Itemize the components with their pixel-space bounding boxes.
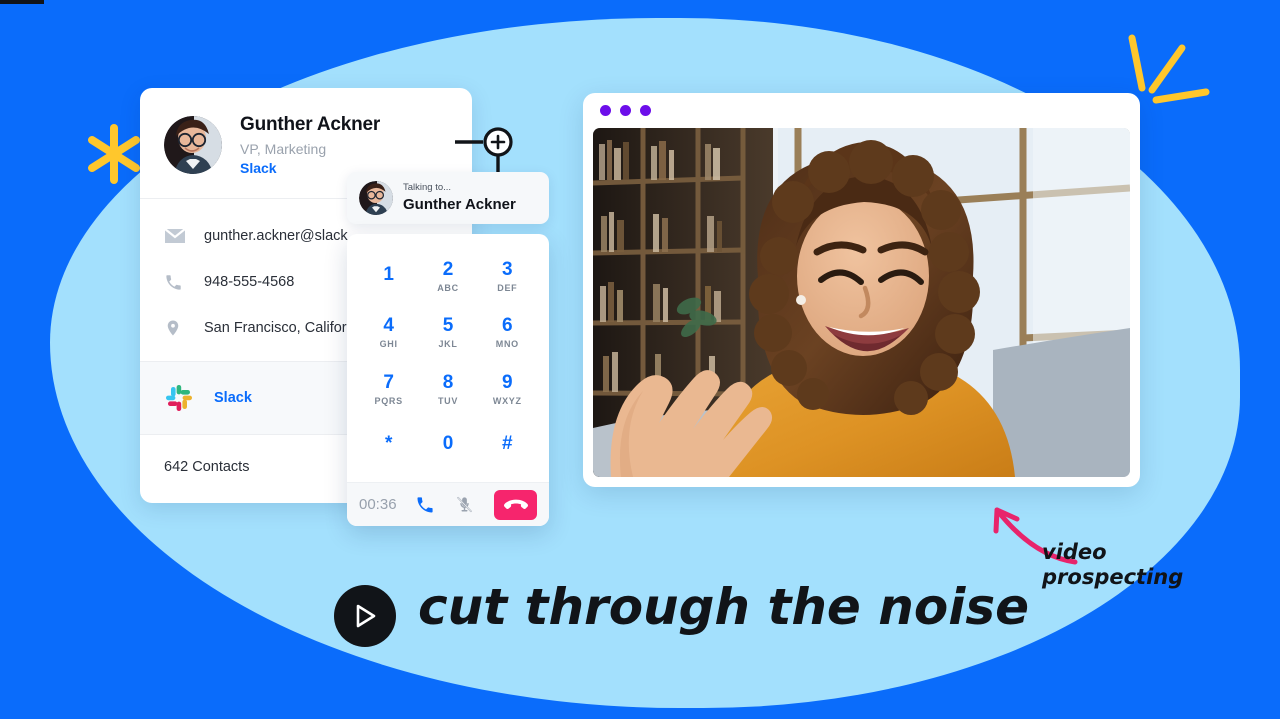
call-control-bar: 00:36: [347, 482, 549, 526]
key-letters: ABC: [437, 282, 459, 293]
dialpad-key[interactable]: 0: [418, 418, 477, 475]
key-letters: GHI: [379, 339, 398, 350]
window-dot-icon[interactable]: [600, 105, 611, 116]
avatar: [359, 181, 393, 215]
slack-logo-icon: [164, 383, 194, 413]
annotation-line-2: prospecting: [1042, 564, 1184, 589]
key-digit: 8: [442, 371, 454, 393]
video-feed[interactable]: [593, 128, 1130, 477]
key-digit: 0: [442, 433, 454, 455]
play-icon: [356, 604, 376, 628]
dialpad-key[interactable]: #: [478, 418, 537, 475]
connector-line-right: [0, 0, 44, 4]
talking-to-name: Gunther Ackner: [403, 195, 516, 213]
key-digit: 5: [442, 315, 454, 337]
call-timer: 00:36: [359, 496, 397, 513]
avatar: [164, 116, 222, 174]
annotation-text: video prospecting: [1042, 540, 1183, 590]
key-letters: MNO: [495, 339, 519, 350]
key-letters: WXYZ: [492, 395, 522, 406]
key-letters: TUV: [437, 395, 459, 406]
video-call-window[interactable]: [583, 93, 1140, 487]
key-digit: 9: [502, 371, 513, 393]
dialpad-key[interactable]: 9 WXYZ: [478, 361, 537, 418]
key-letters: JKL: [438, 339, 458, 350]
integration-label: Slack: [214, 390, 252, 406]
phone-hangup-icon[interactable]: [494, 489, 537, 520]
promo-graphic: Gunther Ackner VP, Marketing Slack gunth…: [0, 0, 1280, 719]
key-digit: 7: [383, 371, 394, 393]
video-feed-image: [593, 128, 1130, 477]
envelope-icon: [164, 228, 190, 244]
talking-to-eyebrow: Talking to...: [403, 182, 452, 194]
dialpad-key[interactable]: 5 JKL: [418, 305, 477, 362]
phone-icon: [164, 273, 190, 292]
key-digit: 4: [383, 315, 394, 337]
contact-email-value: gunther.ackner@slack.: [204, 228, 352, 244]
key-letters: PQRS: [374, 395, 403, 406]
dialpad-panel[interactable]: 1 2 ABC 3 DEF 4 GHI 5 JKL 6 MNO 7 PQRS 8…: [347, 234, 549, 526]
map-pin-icon: [164, 317, 190, 339]
key-digit: #: [502, 433, 513, 455]
dialpad-key[interactable]: 1: [359, 248, 418, 305]
dialpad-keys: 1 2 ABC 3 DEF 4 GHI 5 JKL 6 MNO 7 PQRS 8…: [347, 234, 549, 482]
talking-to-pill: Talking to... Gunther Ackner: [347, 172, 549, 224]
microphone-muted-icon[interactable]: [455, 495, 474, 514]
dialpad-key[interactable]: *: [359, 418, 418, 475]
window-titlebar: [583, 93, 1140, 128]
key-digit: 6: [502, 315, 513, 337]
contacts-count: 642 Contacts: [164, 459, 250, 475]
key-digit: 3: [502, 258, 513, 280]
dialpad-key[interactable]: 2 ABC: [418, 248, 477, 305]
window-dot-icon[interactable]: [640, 105, 651, 116]
caption-text: cut through the noise: [418, 578, 1030, 636]
dialpad-key[interactable]: 7 PQRS: [359, 361, 418, 418]
dialpad-key[interactable]: 8 TUV: [418, 361, 477, 418]
contact-phone-value: 948-555-4568: [204, 274, 295, 290]
play-button[interactable]: [334, 585, 396, 647]
phone-icon[interactable]: [415, 495, 435, 515]
dialpad-key[interactable]: 6 MNO: [478, 305, 537, 362]
key-letters: DEF: [497, 282, 518, 293]
contact-location-value: San Francisco, Californ: [204, 320, 355, 336]
key-digit: 2: [442, 258, 454, 280]
annotation-line-1: video: [1042, 540, 1107, 564]
key-digit: *: [384, 433, 393, 455]
dialpad-key[interactable]: 3 DEF: [478, 248, 537, 305]
contact-name: Gunther Ackner: [240, 114, 381, 135]
window-dot-icon[interactable]: [620, 105, 631, 116]
dialpad-key[interactable]: 4 GHI: [359, 305, 418, 362]
contact-role: VP, Marketing: [240, 141, 327, 157]
key-digit: 1: [383, 263, 394, 285]
